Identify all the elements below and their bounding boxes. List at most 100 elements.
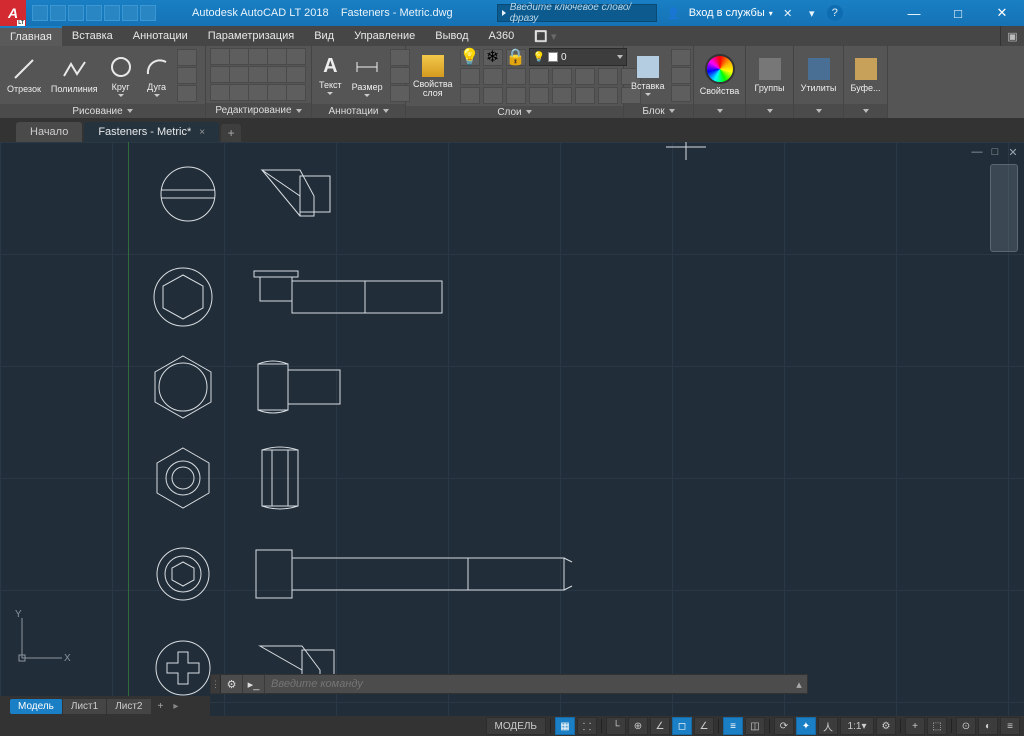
- circle-button[interactable]: Круг: [105, 48, 137, 102]
- hatch-icon[interactable]: [177, 67, 197, 84]
- sign-in-button[interactable]: Вход в службы▾: [689, 7, 773, 19]
- layer-off-icon[interactable]: 💡: [460, 49, 480, 66]
- chamfer-icon[interactable]: [248, 84, 268, 101]
- copy-icon[interactable]: [210, 66, 230, 83]
- groups-button[interactable]: Группы: [752, 48, 788, 102]
- utilities-button[interactable]: Утилиты: [798, 48, 840, 102]
- qat-plot-icon[interactable]: [104, 5, 120, 21]
- status-grid-icon[interactable]: ▦: [555, 717, 575, 735]
- tab-annotate[interactable]: Аннотации: [123, 26, 198, 46]
- extend-icon[interactable]: [267, 84, 287, 101]
- layer-walk-icon[interactable]: [552, 68, 572, 85]
- help-icon[interactable]: ?: [827, 5, 843, 21]
- layout-tab-sheet2[interactable]: Лист2: [107, 699, 151, 714]
- cmd-drag-handle[interactable]: [211, 675, 221, 693]
- status-ortho-icon[interactable]: └: [606, 717, 626, 735]
- command-input[interactable]: [265, 678, 791, 690]
- qat-save-icon[interactable]: [68, 5, 84, 21]
- status-osnap-icon[interactable]: ◻: [672, 717, 692, 735]
- status-lineweight-icon[interactable]: ≡: [723, 717, 743, 735]
- arc-button[interactable]: Дуга: [141, 48, 173, 102]
- layout-add-button[interactable]: +: [152, 699, 170, 714]
- exchange-icon[interactable]: ✕: [779, 4, 797, 22]
- array-icon[interactable]: [286, 66, 306, 83]
- tab-extra[interactable]: 🔳 ▾: [524, 26, 566, 46]
- qat-new-icon[interactable]: [32, 5, 48, 21]
- layer-g-icon[interactable]: [598, 87, 618, 104]
- layer-prev-icon[interactable]: [506, 68, 526, 85]
- tab-manage[interactable]: Управление: [344, 26, 425, 46]
- new-tab-button[interactable]: +: [221, 124, 241, 142]
- block-attr-icon[interactable]: [671, 85, 691, 102]
- status-otrack-icon[interactable]: ∠: [694, 717, 714, 735]
- tab-output[interactable]: Вывод: [425, 26, 478, 46]
- insert-block-button[interactable]: Вставка: [628, 48, 667, 102]
- status-annoscale-icon[interactable]: 1:1 ▾: [840, 717, 874, 735]
- line-button[interactable]: Отрезок: [4, 48, 44, 102]
- status-iso-icon[interactable]: ∠: [650, 717, 670, 735]
- layer-combo[interactable]: 💡0: [529, 48, 627, 66]
- qat-undo-icon[interactable]: [122, 5, 138, 21]
- maximize-button[interactable]: □: [936, 0, 980, 26]
- status-model-button[interactable]: МОДЕЛЬ: [486, 717, 546, 735]
- layout-scroll-button[interactable]: ▸: [169, 699, 182, 714]
- cmd-history-dropdown[interactable]: ▴: [791, 678, 807, 691]
- block-edit-icon[interactable]: [671, 67, 691, 84]
- layer-c-icon[interactable]: [506, 87, 526, 104]
- close-button[interactable]: ✕: [980, 0, 1024, 26]
- stretch-icon[interactable]: [267, 66, 287, 83]
- drawing-area[interactable]: — □ ✕: [0, 142, 1024, 716]
- layer-state-icon[interactable]: [529, 68, 549, 85]
- layer-iso-icon[interactable]: [483, 68, 503, 85]
- layer-a-icon[interactable]: [460, 87, 480, 104]
- trim-icon[interactable]: [248, 48, 268, 65]
- help-search-input[interactable]: Введите ключевое слово/фразу: [497, 4, 657, 22]
- status-customize-icon[interactable]: ≡: [1000, 717, 1020, 735]
- mirror-icon[interactable]: [229, 66, 249, 83]
- text-button[interactable]: A Текст: [316, 48, 345, 102]
- tab-current-file[interactable]: Fasteners - Metric*×: [84, 122, 219, 142]
- status-dyn-input-icon[interactable]: ✦: [796, 717, 816, 735]
- qat-saveas-icon[interactable]: [86, 5, 102, 21]
- status-workspace-icon[interactable]: ⚙: [876, 717, 896, 735]
- help-dropdown[interactable]: ▾: [803, 4, 821, 22]
- rectangle-icon[interactable]: [177, 49, 197, 66]
- block-create-icon[interactable]: [671, 49, 691, 66]
- status-annomonitor-icon[interactable]: +: [905, 717, 925, 735]
- clipboard-button[interactable]: Буфе...: [847, 48, 883, 102]
- dimension-button[interactable]: Размер: [349, 48, 386, 102]
- layer-merge-icon[interactable]: [598, 68, 618, 85]
- tab-home[interactable]: Главная: [0, 26, 62, 46]
- scale-icon[interactable]: [210, 84, 230, 101]
- layer-b-icon[interactable]: [483, 87, 503, 104]
- ribbon-collapse-button[interactable]: ▣: [1000, 26, 1024, 46]
- layer-match-icon[interactable]: [460, 68, 480, 85]
- move-icon[interactable]: [210, 48, 230, 65]
- status-snap-icon[interactable]: ⸬: [577, 717, 597, 735]
- layer-f-icon[interactable]: [575, 87, 595, 104]
- layer-d-icon[interactable]: [529, 87, 549, 104]
- tab-view[interactable]: Вид: [304, 26, 344, 46]
- qat-open-icon[interactable]: [50, 5, 66, 21]
- erase-icon[interactable]: [267, 48, 287, 65]
- status-clean-icon[interactable]: ◐: [978, 717, 998, 735]
- app-logo[interactable]: A: [0, 0, 26, 26]
- layout-tab-sheet1[interactable]: Лист1: [63, 699, 107, 714]
- status-transparency-icon[interactable]: ◫: [745, 717, 765, 735]
- tab-insert[interactable]: Вставка: [62, 26, 123, 46]
- polyline-button[interactable]: Полилиния: [48, 48, 101, 102]
- cmd-recent-icon[interactable]: ▸_: [243, 675, 265, 693]
- offset-icon[interactable]: [229, 84, 249, 101]
- status-polar-icon[interactable]: ⊕: [628, 717, 648, 735]
- status-hardware-icon[interactable]: ⊙: [956, 717, 976, 735]
- qat-redo-icon[interactable]: [140, 5, 156, 21]
- ellipse-icon[interactable]: [177, 85, 197, 102]
- minimize-button[interactable]: —: [892, 0, 936, 26]
- cmd-customize-icon[interactable]: ⚙: [221, 675, 243, 693]
- fillet-icon[interactable]: [248, 66, 268, 83]
- explode-icon[interactable]: [286, 48, 306, 65]
- layer-freeze-icon[interactable]: ❄: [483, 49, 503, 66]
- layer-lock-icon[interactable]: 🔒: [506, 49, 526, 66]
- properties-button[interactable]: Свойства: [697, 48, 743, 102]
- tab-parametric[interactable]: Параметризация: [198, 26, 304, 46]
